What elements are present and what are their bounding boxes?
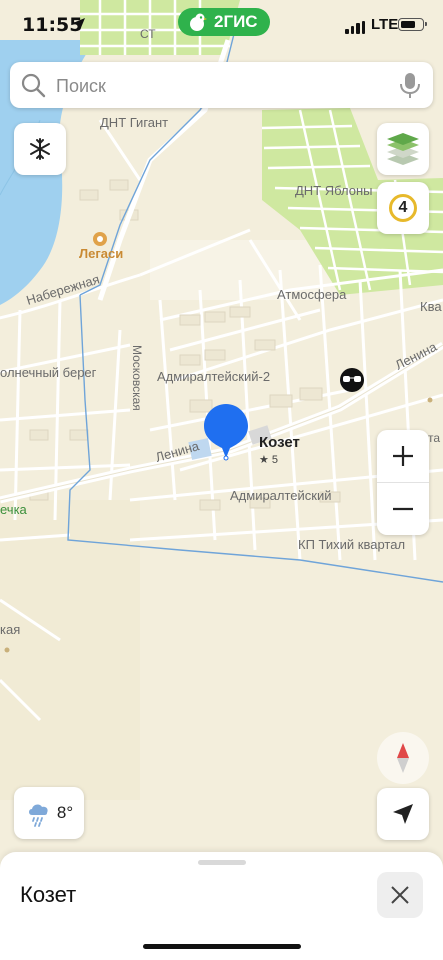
map-label-admiralteysky: Адмиралтейский [230,488,332,503]
zoom-in-button[interactable] [377,430,429,482]
map-label-moskovskaya: Московская [130,345,144,411]
brand-badge[interactable]: 2ГИС [178,8,270,36]
zoom-out-button[interactable] [377,483,429,535]
sunglasses-icon[interactable] [340,368,364,392]
map-label-dnt-gigant: ДНТ Гигант [100,115,168,130]
navigation-arrow-icon [393,804,413,824]
compass-button[interactable] [377,732,429,784]
location-arrow-icon [73,18,85,30]
place-bottom-sheet[interactable]: Козет [0,852,443,960]
sheet-grabber[interactable] [198,860,246,865]
minus-icon [393,507,413,511]
map-label-kp-tihiy: КП Тихий квартал [298,537,405,552]
status-bar: 11:55 2ГИС LTE [0,0,443,52]
plus-icon [393,446,413,466]
map-label-atmosfera: Атмосфера [277,287,347,302]
map-label-admiralteysky2: Адмиралтейский-2 [157,369,270,384]
layers-icon [387,133,419,165]
battery-icon [398,18,427,31]
map-label-solnechny: олнечный берег [0,365,97,380]
search-bar[interactable] [10,62,433,108]
cellular-signal-icon [345,21,365,34]
bird-logo-icon [190,13,207,31]
search-input[interactable] [54,72,388,100]
weather-temperature: 8° [56,803,74,822]
map-label-ta: та [428,431,440,445]
compass-icon [397,743,409,773]
close-icon [391,886,409,904]
poi-legasi-label: Легаси [79,246,123,261]
microphone-icon[interactable] [397,71,423,99]
brand-name: 2ГИС [214,12,258,31]
my-location-button[interactable] [377,788,429,840]
map-label-dnt-yablony: ДНТ Яблоны [295,183,372,198]
map-label-rechka: ечка [0,502,28,517]
network-type: LTE [371,16,399,33]
map-label-kaya: кая [0,622,20,637]
weather-widget[interactable]: 8° [14,787,84,839]
traffic-button[interactable]: 4 [377,182,429,234]
zoom-controls [377,430,429,535]
map-label-kva: Ква [420,299,442,314]
weather-mode-button[interactable] [14,123,66,175]
close-button[interactable] [377,872,423,918]
place-rating: ★ 5 [259,454,278,466]
snowflake-icon [30,138,50,160]
rain-cloud-icon [28,804,48,827]
traffic-level: 4 [389,194,417,222]
sheet-title: Козет [20,882,77,907]
home-indicator [143,944,301,949]
layers-button[interactable] [377,123,429,175]
place-name-label: Козет [259,434,300,451]
search-icon [21,73,46,98]
